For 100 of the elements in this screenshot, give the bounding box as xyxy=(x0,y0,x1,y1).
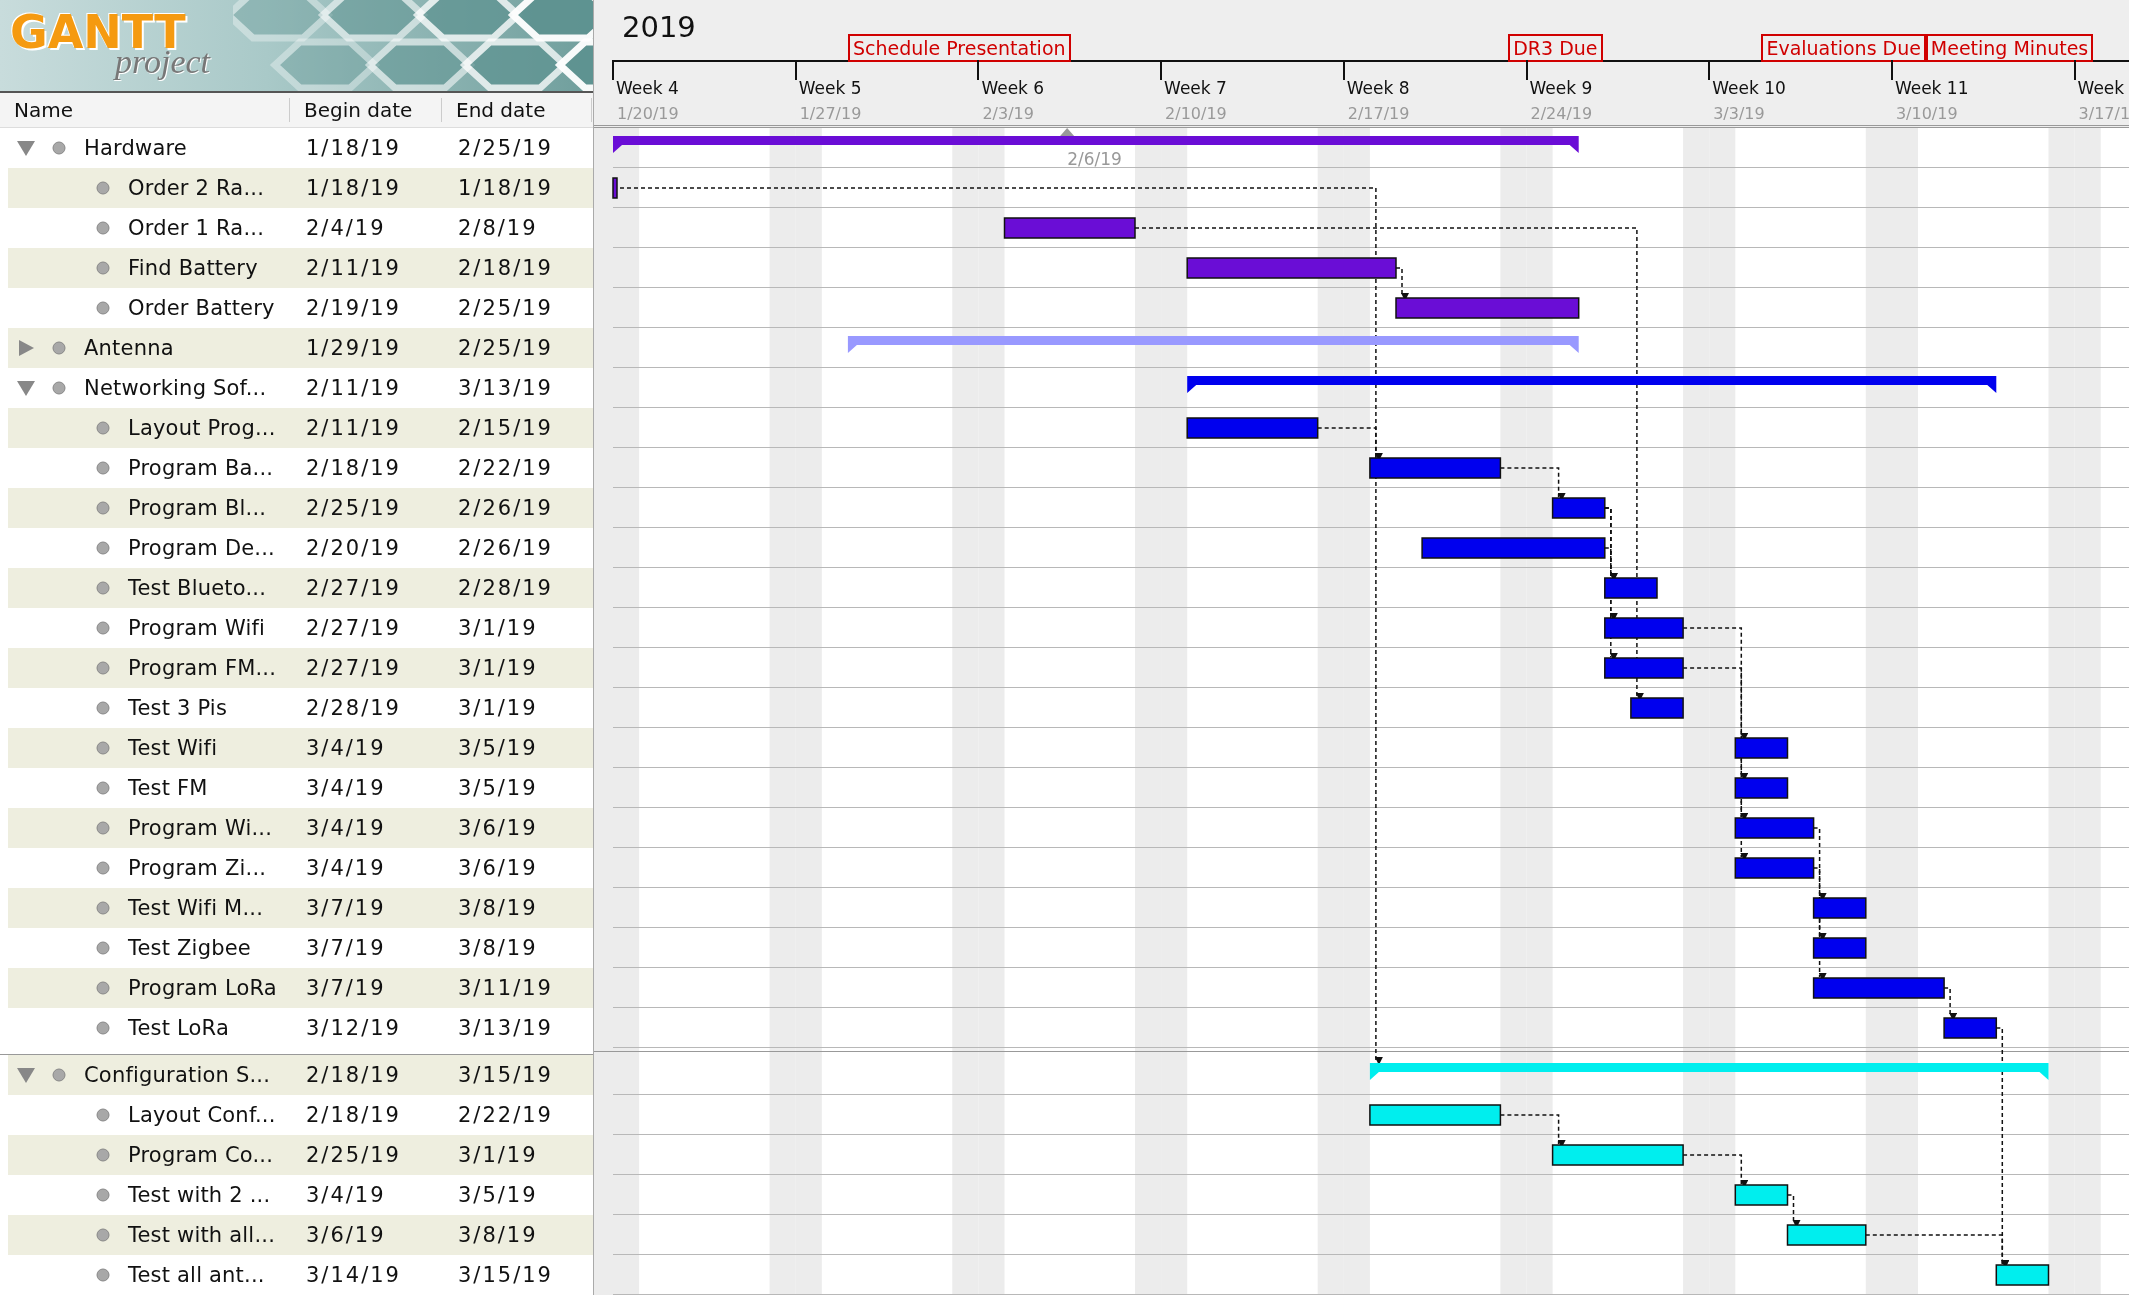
end-date: 2/26/19 xyxy=(457,536,554,560)
task-name: Program Ba... xyxy=(128,456,274,480)
end-date: 2/25/19 xyxy=(457,336,554,360)
end-date: 1/18/19 xyxy=(457,176,554,200)
bullet-icon xyxy=(96,581,110,595)
week-label: Week 9 xyxy=(1529,78,1593,98)
task-bar[interactable] xyxy=(1734,777,1789,799)
end-date: 3/8/19 xyxy=(457,936,539,960)
end-date: 3/5/19 xyxy=(457,1183,539,1207)
begin-date: 3/4/19 xyxy=(305,776,387,800)
bullet-icon xyxy=(96,181,110,195)
task-bar[interactable] xyxy=(1734,1184,1789,1206)
begin-date: 2/11/19 xyxy=(305,256,402,280)
bullet-icon xyxy=(96,461,110,475)
week-date: 2/17/19 xyxy=(1347,104,1410,123)
end-date: 2/25/19 xyxy=(457,296,554,320)
end-date: 2/22/19 xyxy=(457,456,554,480)
week-label: Week 8 xyxy=(1346,78,1410,98)
task-name: Configuration S... xyxy=(84,1063,271,1087)
bullet-icon xyxy=(96,1228,110,1242)
end-date: 2/22/19 xyxy=(457,1103,554,1127)
task-name: Program FM... xyxy=(128,656,277,680)
begin-date: 3/4/19 xyxy=(305,856,387,880)
table-row[interactable]: Program FM... 2/27/19 3/1/19 xyxy=(8,648,593,688)
column-header[interactable]: Name xyxy=(0,98,290,123)
task-name: Program LoRa xyxy=(128,976,277,1000)
column-header[interactable]: Begin date xyxy=(290,98,442,123)
end-date: 2/26/19 xyxy=(457,496,554,520)
end-date: 2/15/19 xyxy=(457,416,554,440)
task-name: Test FM xyxy=(128,776,208,800)
bullet-icon xyxy=(96,1148,110,1162)
begin-date: 3/14/19 xyxy=(305,1263,402,1287)
milestone-label[interactable]: Evaluations Due xyxy=(1761,34,1926,62)
week-date: 2/10/19 xyxy=(1165,104,1227,123)
bullet-icon xyxy=(96,821,110,835)
task-name: Test with all... xyxy=(128,1223,276,1247)
milestone-label[interactable]: Meeting Minutes xyxy=(1925,34,2094,62)
expand-toggle-icon[interactable] xyxy=(16,139,36,157)
bullet-icon xyxy=(52,341,66,355)
task-bar[interactable] xyxy=(1369,1104,1502,1126)
task-bar[interactable] xyxy=(1995,1264,2050,1286)
column-header[interactable]: End date xyxy=(442,98,592,123)
begin-date: 3/4/19 xyxy=(305,816,387,840)
task-name: Layout Prog... xyxy=(128,416,276,440)
task-bar[interactable] xyxy=(1734,737,1789,759)
week-label: Week 11 xyxy=(1894,78,1969,98)
week-date: 2/3/19 xyxy=(982,104,1034,123)
table-row[interactable]: Test Wifi 3/4/19 3/5/19 xyxy=(8,728,593,768)
task-name: Find Battery xyxy=(128,256,258,280)
task-name: Test 3 Pis xyxy=(128,696,228,720)
task-name: Test all ant... xyxy=(128,1263,265,1287)
bullet-icon xyxy=(96,1021,110,1035)
week-date: 1/20/19 xyxy=(617,104,679,123)
table-row[interactable]: Layout Prog... 2/11/19 2/15/19 xyxy=(8,408,593,448)
bullet-icon xyxy=(96,701,110,715)
bullet-icon xyxy=(96,221,110,235)
task-bar[interactable] xyxy=(1734,857,1815,879)
begin-date: 1/18/19 xyxy=(305,136,402,160)
milestone-label[interactable]: DR3 Due xyxy=(1508,34,1603,62)
task-name: Program De... xyxy=(128,536,275,560)
table-row[interactable]: Order 2 Ra... 1/18/19 1/18/19 xyxy=(8,168,593,208)
milestone-label[interactable]: Schedule Presentation xyxy=(847,34,1071,62)
summary-bar[interactable] xyxy=(1187,376,1997,393)
expand-toggle-icon[interactable] xyxy=(16,379,36,397)
task-bar[interactable] xyxy=(1786,1224,1867,1246)
begin-date: 2/11/19 xyxy=(305,416,402,440)
bullet-icon xyxy=(96,981,110,995)
end-date: 3/1/19 xyxy=(457,696,539,720)
table-row[interactable]: Configuration S... 2/18/19 3/15/19 xyxy=(8,1055,593,1095)
begin-date: 2/27/19 xyxy=(305,656,402,680)
begin-date: 2/27/19 xyxy=(305,576,402,600)
bullet-icon xyxy=(96,741,110,755)
week-date: 3/17/1 xyxy=(2078,104,2129,123)
summary-bar[interactable] xyxy=(613,136,1579,153)
table-row[interactable]: Test with all... 3/6/19 3/8/19 xyxy=(8,1215,593,1255)
bullet-icon xyxy=(96,261,110,275)
task-bar[interactable] xyxy=(1551,1144,1684,1166)
week-label: Week 10 xyxy=(1712,78,1786,98)
end-date: 2/18/19 xyxy=(457,256,554,280)
week-date: 3/3/19 xyxy=(1713,104,1765,123)
table-row[interactable]: Program Bl... 2/25/19 2/26/19 xyxy=(8,488,593,528)
today-date: 2/6/19 xyxy=(1067,149,1122,169)
table-row[interactable]: Test Blueto... 2/27/19 2/28/19 xyxy=(8,568,593,608)
task-name: Program Wifi xyxy=(128,616,266,640)
end-date: 3/15/19 xyxy=(457,1263,554,1287)
table-row[interactable]: Test Wifi M... 3/7/19 3/8/19 xyxy=(8,888,593,928)
task-name: Program Bl... xyxy=(128,496,267,520)
table-row[interactable]: Antenna 1/29/19 2/25/19 xyxy=(8,328,593,368)
table-row[interactable]: Find Battery 2/11/19 2/18/19 xyxy=(8,248,593,288)
task-name: Test Blueto... xyxy=(128,576,267,600)
week-label: Week 4 xyxy=(616,78,679,98)
table-row[interactable]: Program Co... 2/25/19 3/1/19 xyxy=(8,1135,593,1175)
task-name: Hardware xyxy=(84,136,187,160)
end-date: 3/6/19 xyxy=(457,816,539,840)
begin-date: 3/12/19 xyxy=(305,1016,402,1040)
expand-toggle-icon[interactable] xyxy=(16,1066,36,1084)
table-row[interactable]: Program Wi... 3/4/19 3/6/19 xyxy=(8,808,593,848)
table-row[interactable]: Program LoRa 3/7/19 3/11/19 xyxy=(8,968,593,1008)
expand-toggle-icon[interactable] xyxy=(16,339,36,357)
task-bar[interactable] xyxy=(1734,817,1815,839)
